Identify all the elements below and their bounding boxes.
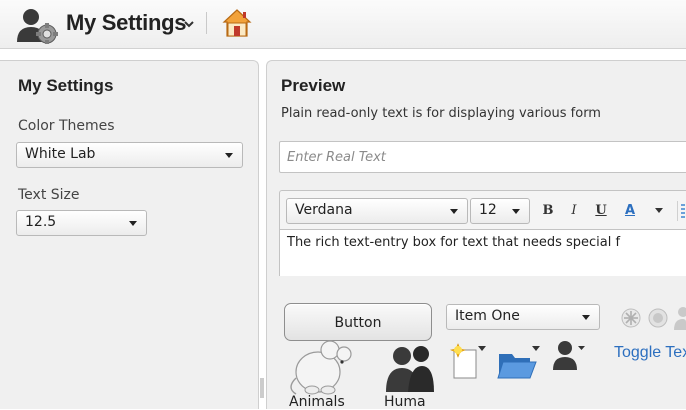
open-folder-icon[interactable] <box>496 340 542 382</box>
rich-text-area[interactable]: The rich text-entry box for text that ne… <box>279 229 686 276</box>
app-title[interactable]: My Settings <box>66 10 186 36</box>
splitter-grip-icon[interactable] <box>259 378 265 398</box>
sample-button[interactable]: Button <box>284 303 432 341</box>
help-icon[interactable] <box>647 307 669 329</box>
text-size-dropdown[interactable]: 12.5 <box>16 210 147 236</box>
panel-splitter[interactable] <box>259 60 265 408</box>
person-icon[interactable] <box>674 306 686 330</box>
color-themes-label: Color Themes <box>18 118 115 134</box>
settings-user-icon[interactable] <box>14 6 60 44</box>
color-themes-dropdown[interactable]: White Lab <box>16 142 243 168</box>
mouse-icon[interactable] <box>284 338 356 396</box>
font-family-dropdown[interactable]: Verdana <box>286 198 468 224</box>
people-icon[interactable] <box>384 344 436 392</box>
font-size-value: 12 <box>479 202 497 218</box>
user-dropdown-icon[interactable] <box>552 338 586 372</box>
header-divider <box>206 12 207 34</box>
dropdown-arrow-icon <box>450 209 458 214</box>
font-size-dropdown[interactable]: 12 <box>470 198 530 224</box>
dropdown-arrow-icon <box>225 153 233 158</box>
toolbar-overflow <box>677 201 686 221</box>
font-family-value: Verdana <box>295 202 353 218</box>
item-dropdown-value: Item One <box>455 308 520 324</box>
dropdown-arrow-icon <box>129 221 137 226</box>
toggle-text-link[interactable]: Toggle Tex <box>614 344 686 362</box>
italic-button[interactable]: I <box>566 199 582 223</box>
real-text-field-wrapper <box>279 141 686 173</box>
settings-panel-title: My Settings <box>18 76 114 95</box>
dropdown-arrow-icon <box>582 315 590 320</box>
font-color-button[interactable]: A <box>622 199 638 223</box>
text-size-value: 12.5 <box>25 214 57 230</box>
real-text-input[interactable] <box>280 142 686 172</box>
color-themes-value: White Lab <box>25 146 96 162</box>
chevron-down-icon[interactable] <box>184 20 194 28</box>
font-color-dropdown-icon[interactable] <box>655 208 663 214</box>
text-size-label: Text Size <box>18 187 80 203</box>
item-dropdown[interactable]: Item One <box>446 304 600 330</box>
new-document-icon[interactable] <box>444 338 490 382</box>
home-icon[interactable] <box>222 7 252 39</box>
preview-title: Preview <box>281 76 346 95</box>
read-only-text: Plain read-only text is for displaying v… <box>281 106 601 121</box>
dropdown-arrow-icon <box>512 209 520 214</box>
bold-button[interactable]: B <box>540 199 556 223</box>
snowflake-icon[interactable] <box>620 307 642 329</box>
underline-button[interactable]: U <box>593 199 609 223</box>
